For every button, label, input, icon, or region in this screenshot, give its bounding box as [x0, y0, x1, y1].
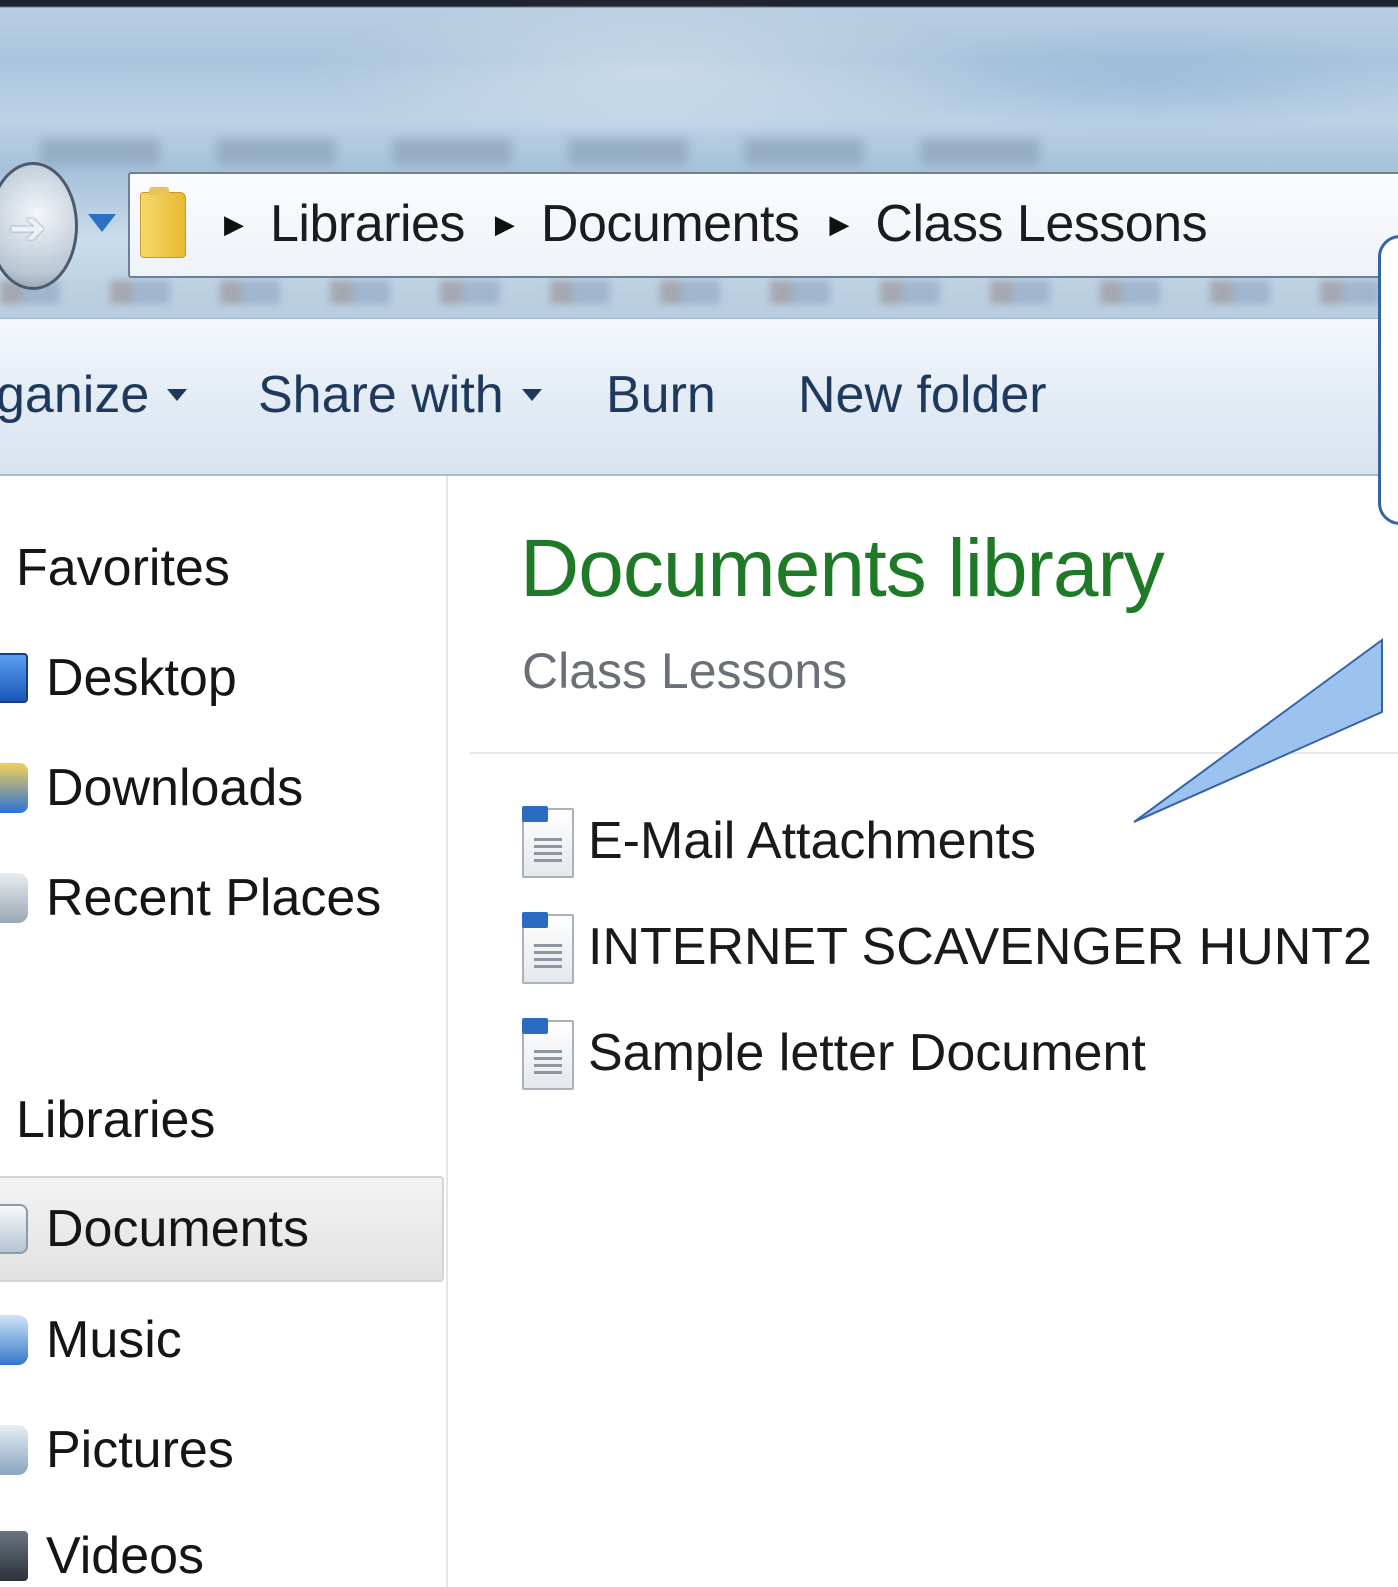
document-icon: [522, 806, 574, 878]
sidebar-item-label: Recent Places: [46, 869, 382, 927]
file-name: E-Mail Attachments: [588, 812, 1036, 870]
breadcrumb-documents[interactable]: Documents: [541, 194, 800, 254]
divider: [470, 752, 1398, 754]
breadcrumb-class-lessons[interactable]: Class Lessons: [875, 194, 1207, 254]
libraries-header[interactable]: Libraries: [0, 1070, 448, 1170]
pictures-icon: [0, 1425, 28, 1475]
address-bar[interactable]: ▶ Libraries ▶ Documents ▶ Class Lessons: [128, 172, 1398, 278]
sidebar-item-videos[interactable]: Videos: [0, 1506, 448, 1587]
blurred-menu-bar: [40, 138, 1040, 164]
sidebar-item-label: Music: [46, 1311, 182, 1369]
library-subtitle: Class Lessons: [522, 643, 848, 699]
sidebar-item-pictures[interactable]: Pictures: [0, 1400, 448, 1500]
document-icon: [522, 1018, 574, 1090]
videos-icon: [0, 1531, 28, 1581]
burn-label: Burn: [606, 366, 716, 424]
downloads-icon: [0, 763, 28, 813]
sidebar-item-label: Documents: [46, 1200, 309, 1258]
favorites-header[interactable]: Favorites: [0, 518, 448, 618]
file-name: INTERNET SCAVENGER HUNT2: [588, 918, 1372, 976]
navigation-pane: Favorites Desktop Downloads Recent Place…: [0, 476, 448, 1587]
favorites-label: Favorites: [16, 539, 230, 597]
breadcrumb-separator-icon[interactable]: ▶: [224, 211, 244, 237]
folder-icon: [140, 187, 186, 258]
file-item[interactable]: INTERNET SCAVENGER HUNT2: [522, 902, 1372, 992]
file-item[interactable]: Sample letter Document: [522, 1008, 1362, 1098]
breadcrumb-separator-icon[interactable]: ▶: [495, 211, 515, 237]
desktop-icon: [0, 653, 28, 703]
sidebar-item-desktop[interactable]: Desktop: [0, 628, 448, 728]
sidebar-item-recent-places[interactable]: Recent Places: [0, 848, 448, 948]
back-button[interactable]: ➔: [0, 162, 78, 290]
file-item[interactable]: E-Mail Attachments: [522, 796, 1362, 886]
breadcrumb-libraries[interactable]: Libraries: [270, 194, 465, 254]
content-pane: Documents library Class Lessons E-Mail A…: [450, 476, 1398, 1587]
organize-label: ganize: [0, 366, 150, 424]
document-icon: [522, 912, 574, 984]
documents-icon: [0, 1204, 28, 1254]
sidebar-item-label: Downloads: [46, 759, 304, 817]
callout-box: [1378, 235, 1398, 525]
share-with-label: Share with: [258, 366, 504, 424]
back-arrow-icon: ➔: [9, 204, 46, 253]
command-bar: ganize Share with Burn New folder: [0, 318, 1398, 476]
sidebar-item-downloads[interactable]: Downloads: [0, 738, 448, 838]
libraries-label: Libraries: [16, 1091, 216, 1149]
burn-button[interactable]: Burn: [606, 365, 716, 425]
sidebar-item-documents[interactable]: Documents: [0, 1176, 444, 1282]
sidebar-item-label: Desktop: [46, 649, 237, 707]
blurred-background-strip: [0, 280, 1398, 304]
breadcrumb-separator-icon[interactable]: ▶: [829, 211, 849, 237]
file-name: Sample letter Document: [588, 1024, 1146, 1082]
window-title-area: ➔ ▶ Libraries ▶ Documents ▶ Class Lesson…: [0, 0, 1398, 318]
page-title: Documents library: [520, 523, 1165, 614]
aero-glow: [300, 0, 1000, 140]
recent-places-icon: [0, 873, 28, 923]
breadcrumb: ▶ Libraries ▶ Documents ▶ Class Lessons: [216, 194, 1208, 254]
organize-button[interactable]: ganize: [0, 365, 188, 425]
new-folder-button[interactable]: New folder: [798, 365, 1047, 425]
share-with-button[interactable]: Share with: [258, 365, 542, 425]
sidebar-item-music[interactable]: Music: [0, 1290, 448, 1390]
sidebar-item-label: Pictures: [46, 1421, 234, 1479]
chevron-down-icon: [167, 389, 188, 401]
sidebar-item-label: Videos: [46, 1527, 205, 1585]
music-icon: [0, 1315, 28, 1365]
recent-pages-dropdown[interactable]: [88, 214, 116, 232]
new-folder-label: New folder: [798, 366, 1047, 424]
chevron-down-icon: [521, 389, 542, 401]
aero-glow: [900, 20, 1398, 140]
